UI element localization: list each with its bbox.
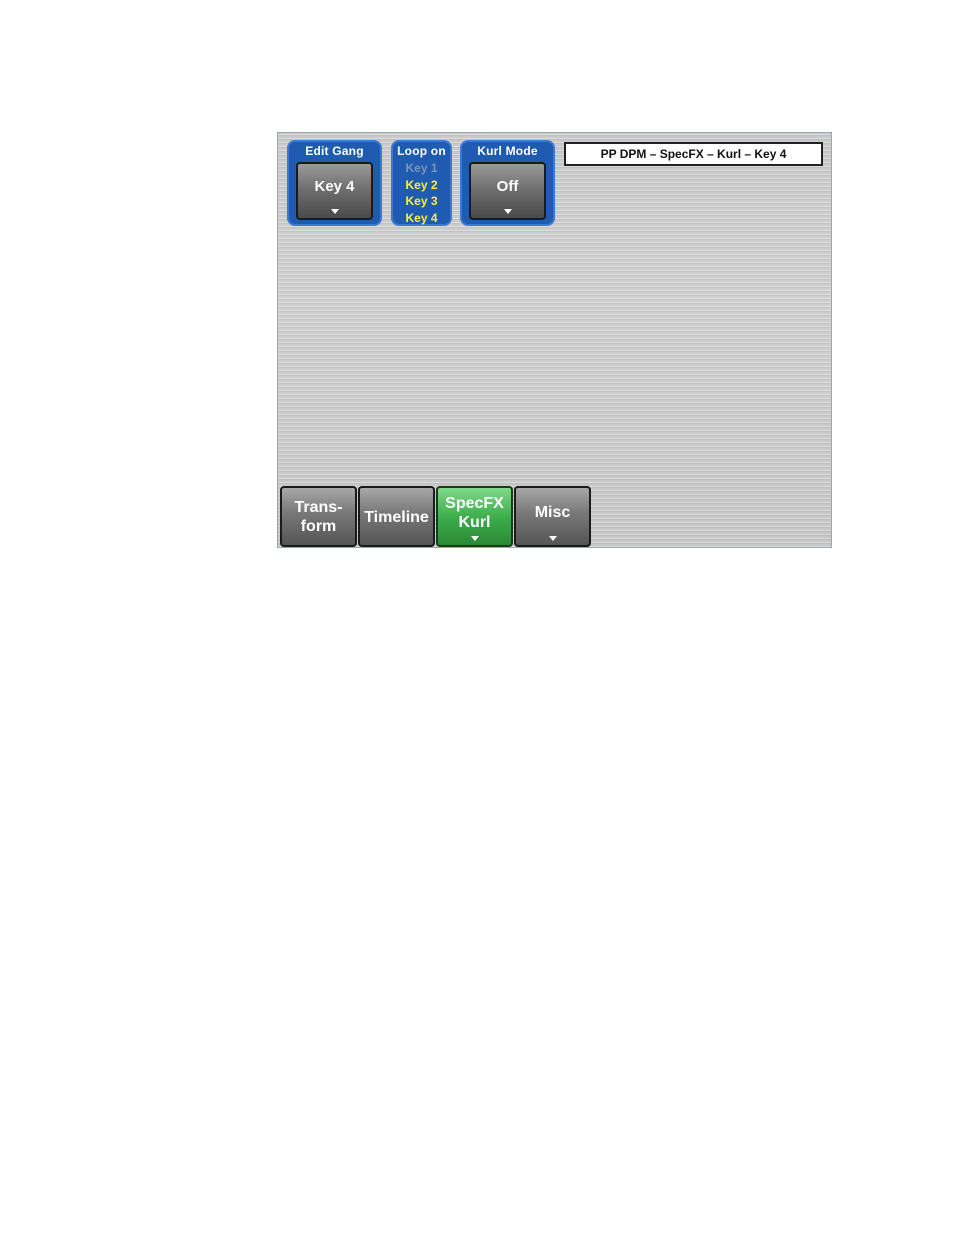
loop-on-title: Loop on (397, 144, 446, 158)
loop-item-key-4[interactable]: Key 4 (393, 210, 450, 227)
tab-misc-label: Misc (534, 504, 571, 521)
menu-panel-screen: Edit Gang Key 4 Loop on Key 1 Key 2 Key … (277, 132, 832, 548)
tab-specfx-kurl-label: SpecFX Kurl (445, 495, 504, 531)
edit-gang-button[interactable]: Key 4 (296, 162, 373, 220)
dropdown-arrow-icon (503, 209, 512, 214)
tab-transform[interactable]: Trans- form (280, 486, 357, 547)
loop-on-group: Loop on Key 1 Key 2 Key 3 Key 4 (391, 140, 452, 226)
dropdown-arrow-icon (470, 536, 479, 541)
edit-gang-value: Key 4 (314, 178, 355, 195)
tab-timeline-label: Timeline (364, 509, 429, 526)
tab-specfx-kurl[interactable]: SpecFX Kurl (436, 486, 513, 547)
edit-gang-group: Edit Gang Key 4 (287, 140, 382, 226)
status-title-box: PP DPM – SpecFX – Kurl – Key 4 (564, 142, 823, 166)
dropdown-arrow-icon (548, 536, 557, 541)
dropdown-arrow-icon (330, 209, 339, 214)
tab-misc[interactable]: Misc (514, 486, 591, 547)
tab-timeline[interactable]: Timeline (358, 486, 435, 547)
kurl-mode-title: Kurl Mode (477, 144, 538, 158)
kurl-mode-group: Kurl Mode Off (460, 140, 555, 226)
loop-item-key-2[interactable]: Key 2 (393, 177, 450, 194)
loop-item-key-3[interactable]: Key 3 (393, 193, 450, 210)
kurl-mode-button[interactable]: Off (469, 162, 546, 220)
edit-gang-title: Edit Gang (305, 144, 364, 158)
kurl-mode-value: Off (496, 178, 519, 195)
tab-transform-label: Trans- form (294, 499, 343, 535)
loop-item-key-1[interactable]: Key 1 (393, 160, 450, 177)
loop-on-list: Key 1 Key 2 Key 3 Key 4 (393, 160, 450, 226)
